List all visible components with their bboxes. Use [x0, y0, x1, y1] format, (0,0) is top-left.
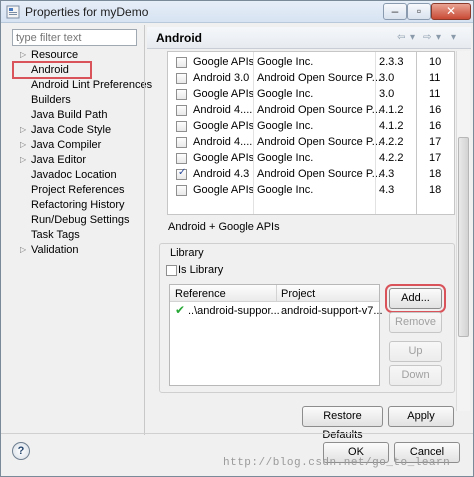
table-header: Reference Project — [170, 285, 379, 302]
nav-item-java-editor[interactable]: ▷ Java Editor — [1, 153, 143, 168]
table-row[interactable]: Android 4.3 Android Open Source P... 4.3 — [168, 166, 416, 182]
add-library-button[interactable]: Add... — [385, 284, 446, 313]
filter-input[interactable] — [12, 29, 137, 46]
forward-dropdown-icon[interactable]: ▾ — [436, 32, 441, 43]
divider — [1, 433, 473, 434]
move-down-button[interactable]: Down — [389, 365, 442, 386]
build-target-table[interactable]: Google APIs Google Inc. 2.3.3 Android 3.… — [167, 51, 417, 215]
page-scrollbar[interactable] — [456, 51, 470, 411]
eclipse-app-icon — [6, 5, 20, 19]
target-checkbox[interactable] — [176, 185, 187, 196]
library-reference-table[interactable]: Reference Project ✔ ..\android-suppor...… — [169, 284, 383, 386]
api-level: 16 — [429, 104, 442, 116]
target-checkbox[interactable] — [176, 137, 187, 148]
table-row[interactable]: ✔ ..\android-suppor... android-support-v… — [170, 303, 383, 319]
expand-arrow-icon[interactable]: ▷ — [20, 140, 26, 149]
table-row[interactable]: Android 3.0 Android Open Source P... 3.0 — [168, 70, 416, 86]
nav-item-builders[interactable]: Builders — [1, 93, 143, 108]
api-level: 10 — [429, 56, 442, 68]
table-row[interactable]: Google APIs Google Inc. 4.3 — [168, 182, 416, 198]
api-level: 11 — [429, 72, 441, 84]
scrollbar-thumb[interactable] — [458, 137, 469, 337]
target-checkbox[interactable] — [176, 153, 187, 164]
remove-library-button[interactable]: Remove — [389, 312, 442, 333]
column-separator[interactable] — [375, 52, 376, 214]
window-title: Properties for myDemo — [25, 5, 149, 19]
column-separator[interactable] — [276, 285, 277, 302]
properties-dialog: Properties for myDemo – ▫ ✕ ▷ Resource A… — [0, 0, 474, 477]
nav-item-run-debug-settings[interactable]: Run/Debug Settings — [1, 213, 143, 228]
maximize-button[interactable]: ▫ — [407, 3, 431, 20]
library-group-title: Library — [168, 247, 206, 259]
api-level: 16 — [429, 120, 442, 132]
nav-item-refactoring-history[interactable]: Refactoring History — [1, 198, 143, 213]
pane-divider[interactable] — [144, 25, 145, 435]
table-row[interactable]: Google APIs Google Inc. 4.2.2 — [168, 150, 416, 166]
move-up-button[interactable]: Up — [389, 341, 442, 362]
valid-check-icon: ✔ — [175, 303, 186, 317]
table-row[interactable]: Android 4.... Android Open Source P... 4… — [168, 134, 416, 150]
nav-item-java-build-path[interactable]: Java Build Path — [1, 108, 143, 123]
forward-arrow-icon[interactable]: ⇨ — [423, 32, 431, 43]
table-row[interactable]: Android 4.... Android Open Source P... 4… — [168, 102, 416, 118]
table-row[interactable]: Google APIs Google Inc. 4.1.2 — [168, 118, 416, 134]
back-arrow-icon[interactable]: ⇦ — [397, 32, 405, 43]
target-checkbox[interactable] — [176, 121, 187, 132]
is-library-checkbox[interactable] — [166, 265, 177, 276]
target-checkbox[interactable] — [176, 73, 187, 84]
back-dropdown-icon[interactable]: ▾ — [410, 32, 415, 43]
column-header-reference[interactable]: Reference — [175, 288, 226, 300]
help-icon[interactable]: ? — [12, 442, 30, 460]
minimize-button[interactable]: – — [383, 3, 407, 20]
target-checkbox[interactable] — [176, 89, 187, 100]
close-button[interactable]: ✕ — [431, 3, 471, 20]
nav-item-android-lint-preferences[interactable]: Android Lint Preferences — [1, 78, 152, 93]
target-checkbox[interactable] — [176, 105, 187, 116]
api-level: 17 — [429, 152, 442, 164]
target-checkbox-checked[interactable] — [176, 167, 187, 180]
api-level: 18 — [429, 184, 442, 196]
nav-item-java-compiler[interactable]: ▷ Java Compiler — [1, 138, 143, 153]
view-menu-icon[interactable]: ▾ — [451, 32, 456, 43]
page-header: Android ⇦ ▾ ⇨ ▾ ▾ — [147, 27, 471, 49]
title-bar[interactable]: Properties for myDemo – ▫ ✕ — [1, 1, 473, 23]
api-level-column[interactable]: 10 11 11 16 16 17 17 18 18 — [417, 51, 455, 215]
nav-item-resource[interactable]: ▷ Resource — [1, 48, 143, 63]
api-level: 18 — [429, 168, 442, 180]
apply-button[interactable]: Apply — [388, 406, 454, 427]
column-header-project[interactable]: Project — [281, 288, 315, 300]
api-level: 11 — [429, 88, 441, 100]
table-row[interactable]: Google APIs Google Inc. 2.3.3 — [168, 54, 416, 70]
expand-arrow-icon[interactable]: ▷ — [20, 245, 26, 254]
watermark-text: http://blog.csdn.net/go_to_learn — [223, 457, 451, 469]
restore-defaults-button[interactable]: Restore Defaults — [302, 406, 383, 441]
is-library-label[interactable]: Is Library — [178, 264, 223, 276]
target-checkbox[interactable] — [176, 57, 187, 68]
expand-arrow-icon[interactable]: ▷ — [20, 50, 26, 59]
expand-arrow-icon[interactable]: ▷ — [20, 155, 26, 164]
page-title: Android — [156, 31, 202, 45]
selected-target-label: Android + Google APIs — [168, 221, 280, 233]
nav-item-validation[interactable]: ▷ Validation — [1, 243, 143, 258]
api-level: 17 — [429, 136, 442, 148]
nav-item-android[interactable]: Android — [1, 61, 143, 79]
nav-item-java-code-style[interactable]: ▷ Java Code Style — [1, 123, 143, 138]
table-row[interactable]: Google APIs Google Inc. 3.0 — [168, 86, 416, 102]
expand-arrow-icon[interactable]: ▷ — [20, 125, 26, 134]
nav-item-project-references[interactable]: Project References — [1, 183, 143, 198]
nav-item-javadoc-location[interactable]: Javadoc Location — [1, 168, 143, 183]
nav-item-task-tags[interactable]: Task Tags — [1, 228, 143, 243]
column-separator[interactable] — [253, 52, 254, 214]
